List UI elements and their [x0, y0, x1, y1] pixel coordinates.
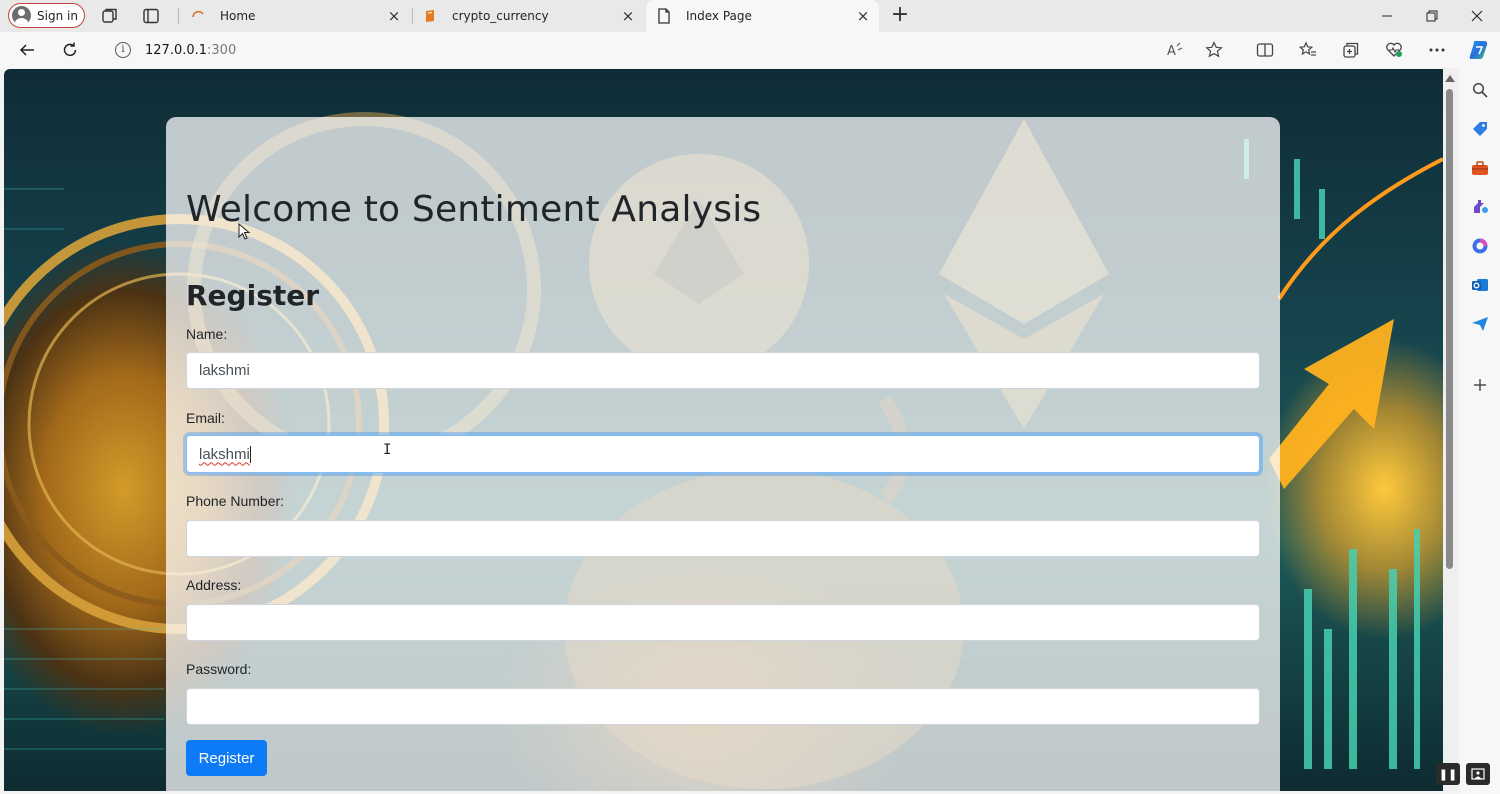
profile-avatar-icon [12, 6, 31, 25]
email-value: lakshmi [199, 445, 250, 463]
register-card: Welcome to Sentiment Analysis Register N… [166, 117, 1280, 791]
phone-input[interactable] [186, 520, 1260, 557]
page-viewport: Welcome to Sentiment Analysis Register N… [4, 69, 1443, 791]
read-aloud-icon[interactable]: A [1165, 40, 1185, 60]
email-label: Email: [186, 410, 225, 426]
tools-icon[interactable] [1470, 158, 1490, 178]
refresh-icon[interactable] [58, 38, 82, 62]
recording-controls: ❚❚ [1436, 763, 1496, 785]
tab-strip: Sign in Home × crypto_currency × Index P… [0, 0, 1500, 32]
games-icon[interactable] [1470, 197, 1490, 217]
password-label: Password: [186, 661, 252, 677]
site-info-icon[interactable]: i [115, 42, 131, 58]
close-window-icon[interactable] [1454, 0, 1500, 32]
page-scrollbar[interactable] [1443, 69, 1457, 791]
restore-icon[interactable] [1409, 0, 1455, 32]
scroll-up-icon[interactable] [1445, 75, 1455, 82]
minimize-icon[interactable] [1364, 0, 1410, 32]
tab-crypto-currency[interactable]: crypto_currency × [412, 0, 644, 32]
shopping-tag-icon[interactable] [1470, 119, 1490, 139]
tab-index-page[interactable]: Index Page × [646, 0, 879, 32]
register-button[interactable]: Register [186, 740, 267, 776]
search-icon[interactable] [1470, 80, 1490, 100]
close-tab-icon[interactable]: × [386, 8, 402, 24]
mouse-pointer-icon [238, 223, 251, 240]
tab-home-title: Home [220, 9, 256, 23]
text-caret [249, 445, 251, 463]
copilot-icon[interactable] [1467, 38, 1491, 62]
sign-in-button[interactable]: Sign in [8, 3, 85, 28]
browser-essentials-icon[interactable] [1384, 40, 1404, 60]
svg-text:A: A [1167, 44, 1176, 58]
split-screen-icon[interactable] [1255, 40, 1275, 60]
phone-label: Phone Number: [186, 493, 285, 509]
notebook-icon [422, 8, 438, 24]
tab-actions-icon[interactable] [141, 6, 161, 26]
outlook-icon[interactable] [1470, 275, 1490, 295]
scroll-thumb[interactable] [1446, 89, 1453, 569]
add-sidebar-app-icon[interactable] [1470, 375, 1490, 395]
name-value: lakshmi [199, 362, 250, 379]
url-text: 127.0.0.1:300 [145, 42, 237, 58]
form-title: Register [186, 279, 320, 312]
screen-icon[interactable] [1466, 763, 1490, 785]
more-options-icon[interactable] [1427, 40, 1447, 60]
page-title: Welcome to Sentiment Analysis [186, 189, 762, 230]
back-icon[interactable] [15, 38, 39, 62]
address-bar[interactable]: i 127.0.0.1:300 [100, 36, 1240, 64]
microsoft365-icon[interactable] [1470, 236, 1490, 256]
sign-in-label: Sign in [37, 8, 78, 23]
favorites-icon[interactable] [1298, 40, 1318, 60]
name-label: Name: [186, 326, 228, 342]
close-tab-icon[interactable]: × [620, 8, 636, 24]
workspaces-icon[interactable] [100, 6, 120, 26]
close-tab-icon[interactable]: × [855, 8, 871, 24]
address-input[interactable] [186, 604, 1260, 641]
page-icon [656, 8, 672, 24]
tab-crypto-currency-title: crypto_currency [452, 9, 549, 23]
text-cursor-icon: I [383, 442, 392, 458]
address-toolbar: i 127.0.0.1:300 A [0, 32, 1500, 68]
address-label: Address: [186, 577, 242, 593]
send-icon[interactable] [1470, 314, 1490, 334]
email-input[interactable]: lakshmi [186, 435, 1260, 473]
sidebar-rail [1460, 68, 1500, 794]
collections-icon[interactable] [1341, 40, 1361, 60]
pause-icon[interactable]: ❚❚ [1436, 763, 1460, 785]
tab-home[interactable]: Home × [180, 0, 410, 32]
favorite-star-icon[interactable] [1204, 40, 1224, 60]
new-tab-icon[interactable]: + [889, 4, 911, 26]
tab-index-page-title: Index Page [686, 9, 752, 23]
password-input[interactable] [186, 688, 1260, 725]
name-input[interactable]: lakshmi [186, 352, 1260, 389]
loading-icon [190, 8, 206, 24]
